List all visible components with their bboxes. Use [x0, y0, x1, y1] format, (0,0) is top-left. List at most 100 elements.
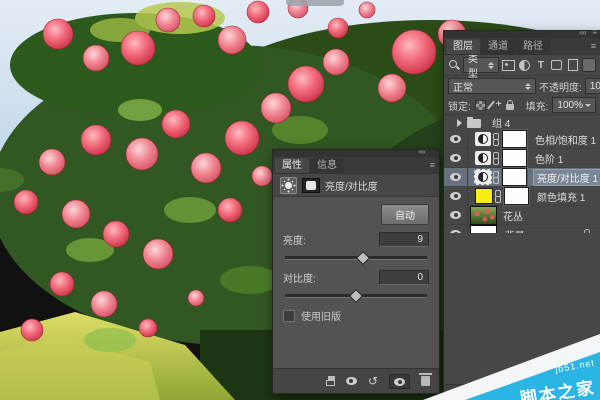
mask-link-icon — [492, 171, 499, 184]
layer-mask-thumbnail[interactable] — [502, 149, 527, 167]
collapse-panel-icon[interactable]: «« — [579, 28, 586, 37]
adjustment-title: 亮度/对比度 — [325, 178, 378, 193]
layers-panel-titlebar: «« ≡ — [444, 31, 600, 38]
auto-button[interactable]: 自动 — [381, 204, 429, 225]
contrast-label: 对比度: — [283, 270, 316, 285]
filter-kind-dropdown[interactable]: 类型 — [463, 57, 499, 73]
layers-empty-area — [444, 233, 600, 385]
layer-filter-row: 类型 T — [444, 55, 600, 76]
clip-to-layer-icon[interactable] — [324, 376, 335, 386]
filter-type-layers-icon[interactable]: T — [534, 59, 547, 71]
group-name[interactable]: 组 4 — [492, 115, 510, 130]
tab-properties[interactable]: 属性 — [275, 158, 309, 173]
tab-info[interactable]: 信息 — [310, 158, 344, 173]
panel-menu-icon[interactable]: ≡ — [592, 28, 597, 37]
lock-transparency-icon[interactable] — [475, 100, 486, 111]
adjustment-header: 亮度/对比度 — [273, 174, 439, 197]
search-icon — [448, 59, 460, 71]
opacity-label: 不透明度: — [539, 79, 582, 94]
lock-label: 锁定: — [448, 98, 471, 113]
contrast-slider[interactable] — [285, 294, 427, 298]
adjustment-layer-icon[interactable] — [475, 151, 491, 165]
properties-footer: ↺ — [273, 368, 439, 393]
layer-row-levels[interactable]: 色阶 1 — [444, 149, 600, 168]
filter-on-off-toggle[interactable] — [582, 58, 596, 72]
tab-layers[interactable]: 图层 — [446, 39, 480, 54]
mask-link-icon — [492, 133, 499, 146]
filter-smart-objects-icon[interactable] — [566, 59, 579, 71]
new-adjustment-layer-icon[interactable] — [549, 388, 559, 398]
delete-adjustment-icon[interactable] — [421, 376, 430, 386]
folder-icon — [467, 119, 481, 128]
layer-row-flower-bush[interactable]: 花丛 — [444, 206, 600, 225]
brightness-value-field[interactable]: 9 — [379, 232, 429, 247]
layer-row-hue-saturation[interactable]: 色相/饱和度 1 — [444, 130, 600, 149]
panel-menu-icon[interactable]: ≡ — [430, 160, 435, 170]
fill-label: 填充: — [526, 98, 549, 113]
lock-row: 锁定: + 填充: 100% — [444, 96, 600, 115]
fill-field[interactable]: 100% — [552, 97, 596, 113]
properties-tabs: 属性 信息 ≡ — [273, 157, 439, 174]
layer-mask-thumbnail[interactable] — [502, 168, 527, 186]
blend-mode-dropdown[interactable]: 正常 — [448, 78, 536, 94]
layer-mask-thumbnail[interactable] — [504, 187, 529, 205]
group-expand-icon[interactable] — [457, 119, 462, 127]
layer-row-brightness-contrast-selected[interactable]: 亮度/对比度 1 — [444, 168, 600, 187]
properties-panel: «« 属性 信息 ≡ 亮度/对比度 自动 亮度: 9 对比度: 0 — [272, 149, 440, 394]
view-previous-state-icon[interactable] — [346, 377, 357, 385]
link-layers-icon[interactable]: ∞ — [499, 388, 506, 398]
visibility-eye-icon[interactable] — [450, 154, 461, 162]
visibility-eye-icon[interactable] — [450, 135, 461, 143]
blend-mode-row: 正常 不透明度: 100% — [444, 76, 600, 96]
visibility-eye-icon[interactable] — [450, 173, 461, 181]
filter-shape-layers-icon[interactable] — [550, 59, 563, 71]
cropped-ui-fragment — [286, 0, 344, 6]
brightness-contrast-icon — [280, 177, 297, 194]
delete-layer-icon[interactable] — [589, 388, 598, 398]
toggle-visibility-icon[interactable] — [389, 374, 410, 389]
layer-group-row[interactable]: 组 4 — [444, 115, 600, 130]
use-legacy-checkbox[interactable] — [283, 310, 295, 322]
use-legacy-label: 使用旧版 — [301, 308, 341, 323]
layers-menu-icon[interactable]: ≡ — [591, 41, 596, 51]
filter-pixel-layers-icon[interactable] — [502, 59, 515, 71]
opacity-field[interactable]: 100% — [585, 78, 600, 94]
photoshop-workspace: «« 属性 信息 ≡ 亮度/对比度 自动 亮度: 9 对比度: 0 — [0, 0, 600, 400]
layers-footer: ∞ fx — [444, 384, 600, 400]
properties-panel-titlebar: «« — [273, 150, 439, 157]
brightness-label: 亮度: — [283, 232, 306, 247]
mask-link-icon — [494, 190, 501, 203]
layer-name[interactable]: 颜色填充 1 — [537, 189, 585, 204]
adjustment-mask-icon[interactable] — [302, 178, 320, 193]
lock-position-icon[interactable]: + — [496, 100, 502, 110]
layer-name[interactable]: 亮度/对比度 1 — [533, 169, 600, 186]
layer-mask-thumbnail[interactable] — [502, 130, 527, 148]
visibility-eye-icon[interactable] — [450, 192, 461, 200]
layer-row-color-fill[interactable]: 花丛 颜色填充 1 — [444, 187, 600, 206]
tab-channels[interactable]: 通道 — [481, 39, 515, 54]
lock-all-icon[interactable] — [506, 104, 514, 110]
brightness-slider-thumb[interactable] — [356, 251, 370, 265]
layer-style-icon[interactable]: fx — [514, 388, 521, 398]
new-group-icon[interactable] — [567, 390, 581, 399]
adjustment-layer-icon[interactable] — [475, 170, 491, 184]
layer-name[interactable]: 色阶 1 — [535, 151, 563, 166]
layer-thumbnail[interactable] — [470, 206, 497, 225]
contrast-value-field[interactable]: 0 — [379, 270, 429, 285]
tab-paths[interactable]: 路径 — [516, 39, 550, 54]
mask-link-icon — [492, 152, 499, 165]
add-mask-icon[interactable] — [529, 388, 541, 398]
contrast-slider-thumb[interactable] — [349, 289, 363, 303]
reset-adjustment-icon[interactable]: ↺ — [368, 376, 378, 386]
brightness-slider[interactable] — [285, 256, 427, 260]
color-fill-swatch[interactable] — [475, 188, 493, 204]
layer-name[interactable]: 花丛 — [503, 208, 523, 223]
layers-panel: «« ≡ 图层 通道 路径 ≡ 类型 T 正常 — [443, 30, 600, 400]
layers-tabs: 图层 通道 路径 ≡ — [444, 38, 600, 55]
layer-name[interactable]: 色相/饱和度 1 — [535, 132, 596, 147]
visibility-eye-icon[interactable] — [450, 211, 461, 219]
collapse-panel-icon[interactable]: «« — [418, 147, 425, 156]
lock-pixels-icon[interactable] — [487, 101, 495, 110]
filter-adjustment-layers-icon[interactable] — [518, 59, 531, 71]
adjustment-layer-icon[interactable] — [475, 132, 491, 146]
